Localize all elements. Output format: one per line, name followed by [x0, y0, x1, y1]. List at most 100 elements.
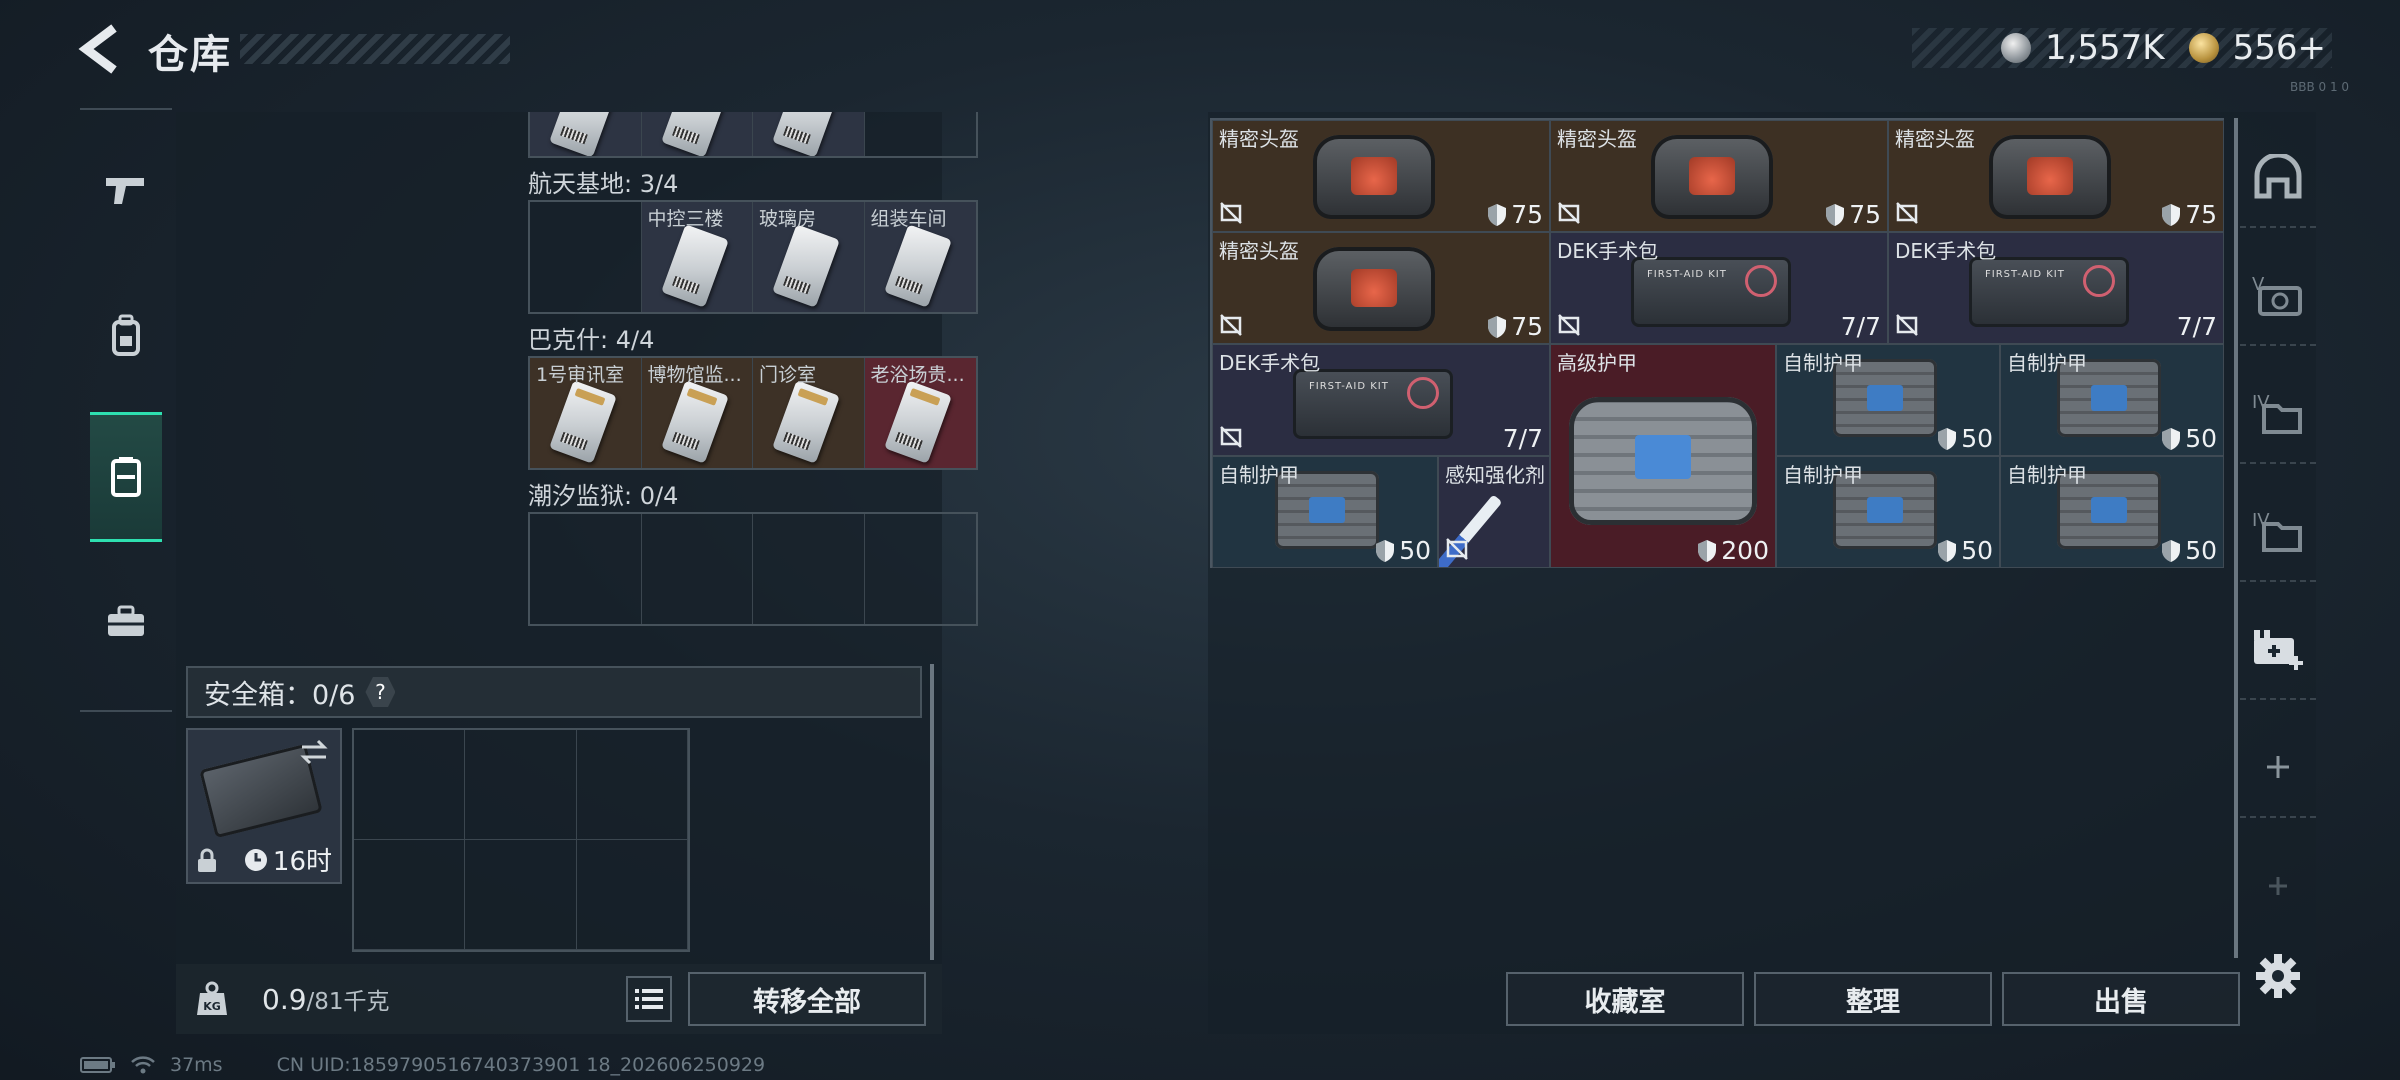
keycard-slot[interactable]: [865, 112, 977, 156]
item-name: 精密头盔: [1557, 127, 1637, 151]
no-drop-icon: [1896, 314, 1918, 336]
safe-slot[interactable]: [354, 730, 466, 840]
container-tab[interactable]: [90, 412, 162, 542]
uid-text: CN UID:1859790516740373901 18_2026062509…: [276, 1054, 766, 1076]
item-value: 200: [1697, 536, 1769, 565]
wifi-icon: [131, 1056, 155, 1074]
keycard-slot-empty[interactable]: [753, 514, 865, 624]
safe-slot[interactable]: [576, 730, 688, 840]
weight-readout: 0.9/81千克: [262, 982, 390, 1016]
keycard-slot-empty[interactable]: [865, 514, 977, 624]
shield-icon: [1376, 539, 1395, 562]
item-value: 75: [2161, 200, 2217, 229]
gold-amount[interactable]: 556+: [2233, 28, 2326, 68]
keycard-slot[interactable]: 中控三楼: [641, 202, 753, 312]
stash-tab-3[interactable]: IV: [2240, 364, 2316, 464]
left-scrollbar[interactable]: [930, 664, 934, 960]
no-drop-icon: [1896, 202, 1918, 224]
transfer-all-button[interactable]: 转移全部: [688, 972, 926, 1026]
inventory-item[interactable]: 自制护甲 50: [1776, 344, 2000, 456]
left-footer: KG 0.9/81千克 转移全部: [176, 964, 942, 1034]
keycard-slot[interactable]: 门诊室: [753, 358, 865, 468]
helmet-image: [1989, 135, 2111, 219]
folder-iv-2-icon: IV: [2252, 510, 2302, 552]
inventory-item[interactable]: 自制护甲 50: [1776, 456, 2000, 568]
no-drop-icon: [1220, 202, 1242, 224]
item-value: 7/7: [2176, 312, 2217, 341]
back-button[interactable]: [78, 24, 124, 74]
keycard-slot[interactable]: 1号审讯室: [530, 358, 642, 468]
stash-tab-2[interactable]: V: [2240, 246, 2316, 346]
inventory-item[interactable]: 自制护甲 50: [1212, 456, 1438, 568]
settings-button[interactable]: [2254, 952, 2302, 1000]
shield-icon: [1488, 315, 1507, 338]
backpack-tab[interactable]: [90, 270, 162, 400]
first-aid-kit-image: [1293, 369, 1453, 439]
plus-disabled-icon: [2269, 877, 2287, 895]
corner-tiny-text: BBB 0 1 0: [2290, 80, 2350, 94]
toolbox-tab[interactable]: [90, 556, 162, 686]
inventory-item[interactable]: 精密头盔 75: [1888, 120, 2224, 232]
list-view-button[interactable]: [626, 976, 672, 1022]
inventory-item[interactable]: 高级护甲 200: [1550, 344, 1776, 568]
item-name: DEK手术包: [1557, 239, 1659, 263]
sell-button[interactable]: 出售: [2002, 972, 2240, 1026]
help-button[interactable]: ?: [365, 677, 396, 707]
item-value: 7/7: [1840, 312, 1881, 341]
swap-icon[interactable]: [298, 738, 330, 766]
keycard-slot-empty[interactable]: [530, 202, 642, 312]
item-name: 自制护甲: [1783, 463, 1863, 487]
item-name: 自制护甲: [2007, 351, 2087, 375]
safe-box-title: 安全箱：0/6: [204, 679, 356, 711]
inventory-item[interactable]: 精密头盔 75: [1550, 120, 1888, 232]
keycard-slot-empty[interactable]: [530, 514, 642, 624]
stash-tab-5[interactable]: [2240, 600, 2316, 700]
safe-box-item[interactable]: 16时: [186, 728, 342, 884]
collection-room-button[interactable]: 收藏室: [1506, 972, 1744, 1026]
inventory-item[interactable]: DEK手术包 7/7: [1888, 232, 2224, 344]
inventory-item[interactable]: 感知强化剂: [1438, 456, 1550, 568]
keycard-slot[interactable]: [753, 112, 865, 156]
no-drop-icon: [1558, 314, 1580, 336]
safe-slot[interactable]: [576, 840, 688, 950]
currency-bar: 1,557K 556+: [1912, 28, 2332, 68]
first-aid-kit-image: [1631, 257, 1791, 327]
inventory-item[interactable]: 精密头盔 75: [1212, 232, 1550, 344]
keycard-slot[interactable]: [641, 112, 753, 156]
safe-slot[interactable]: [465, 730, 577, 840]
safe-slot[interactable]: [354, 840, 466, 950]
inventory-item[interactable]: 自制护甲 50: [2000, 456, 2224, 568]
keycard-slot[interactable]: 博物馆监...: [641, 358, 753, 468]
no-drop-icon: [1220, 426, 1242, 448]
right-scrollbar[interactable]: [2234, 118, 2238, 958]
inventory-item[interactable]: 精密头盔 75: [1212, 120, 1550, 232]
inventory-item[interactable]: DEK手术包 7/7: [1212, 344, 1550, 456]
inventory-item[interactable]: 自制护甲 50: [2000, 344, 2224, 456]
keycard-slot[interactable]: 玻璃房: [753, 202, 865, 312]
weight-max: /81千克: [306, 989, 390, 1015]
shield-icon: [1488, 203, 1507, 226]
stash-tab-1[interactable]: [2240, 128, 2316, 228]
stash-tab-4[interactable]: IV: [2240, 482, 2316, 582]
keycard-slot[interactable]: 组装车间: [864, 202, 976, 312]
silver-coin-icon: [2000, 33, 2031, 63]
shield-icon: [2162, 427, 2181, 450]
add-stash-button-disabled[interactable]: [2240, 836, 2316, 936]
svg-text:IV: IV: [2252, 392, 2270, 413]
safe-box-grid[interactable]: [352, 728, 690, 952]
inventory-item[interactable]: DEK手术包 7/7: [1550, 232, 1888, 344]
sort-button[interactable]: 整理: [1754, 972, 1992, 1026]
weapons-tab[interactable]: [90, 126, 162, 256]
add-stash-button[interactable]: [2240, 718, 2316, 818]
item-name: 精密头盔: [1895, 127, 1975, 151]
chest-rig-icon: [111, 457, 141, 497]
weight-value: 0.9: [262, 983, 307, 1016]
keycard-name: 老浴场贵...: [870, 364, 965, 386]
item-value: 7/7: [1502, 424, 1543, 453]
keycard-slot[interactable]: [530, 112, 642, 156]
safe-slot[interactable]: [465, 840, 577, 950]
keycard-slot-empty[interactable]: [642, 514, 753, 624]
stash-inventory-grid[interactable]: 精密头盔 75 精密头盔 75 精密头盔 75 精密头盔 75 DEK手术包 7…: [1210, 118, 2224, 568]
keycard-slot[interactable]: 老浴场贵...: [864, 358, 976, 468]
shield-icon: [2162, 203, 2181, 226]
